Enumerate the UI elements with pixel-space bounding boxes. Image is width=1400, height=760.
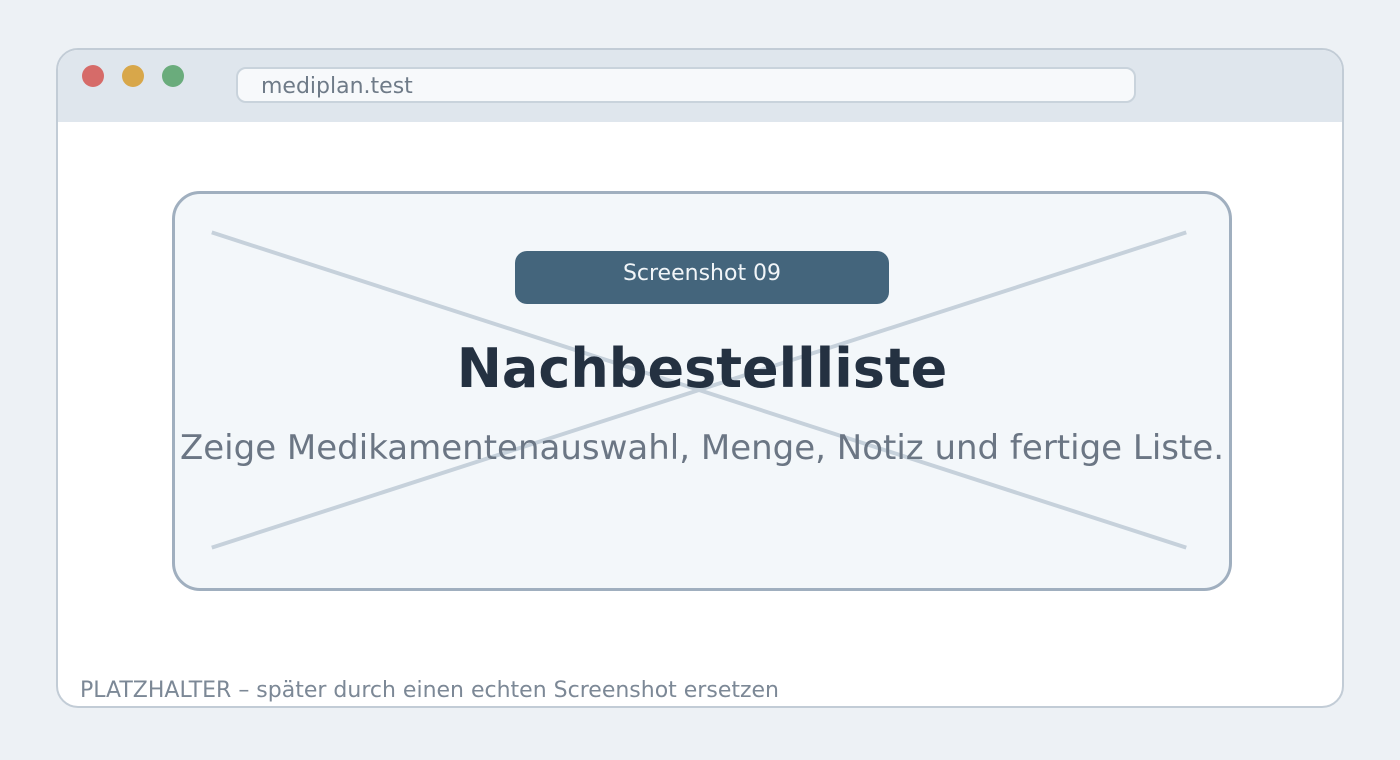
screenshot-placeholder: Screenshot 09 Nachbestellliste Zeige Med… <box>172 191 1232 591</box>
page-title: Nachbestellliste <box>456 337 948 400</box>
close-window-icon[interactable] <box>82 65 104 87</box>
address-text: mediplan.test <box>261 74 413 99</box>
screenshot-badge: Screenshot 09 <box>515 251 889 304</box>
browser-window: mediplan.test Screenshot 09 Nachbestelll… <box>56 48 1344 708</box>
browser-titlebar: mediplan.test <box>58 50 1342 122</box>
address-bar[interactable]: mediplan.test <box>236 67 1136 103</box>
minimize-window-icon[interactable] <box>122 65 144 87</box>
placeholder-note: PLATZHALTER – später durch einen echten … <box>80 678 780 703</box>
maximize-window-icon[interactable] <box>162 65 184 87</box>
page-subtitle: Zeige Medikamentenauswahl, Menge, Notiz … <box>179 428 1225 468</box>
